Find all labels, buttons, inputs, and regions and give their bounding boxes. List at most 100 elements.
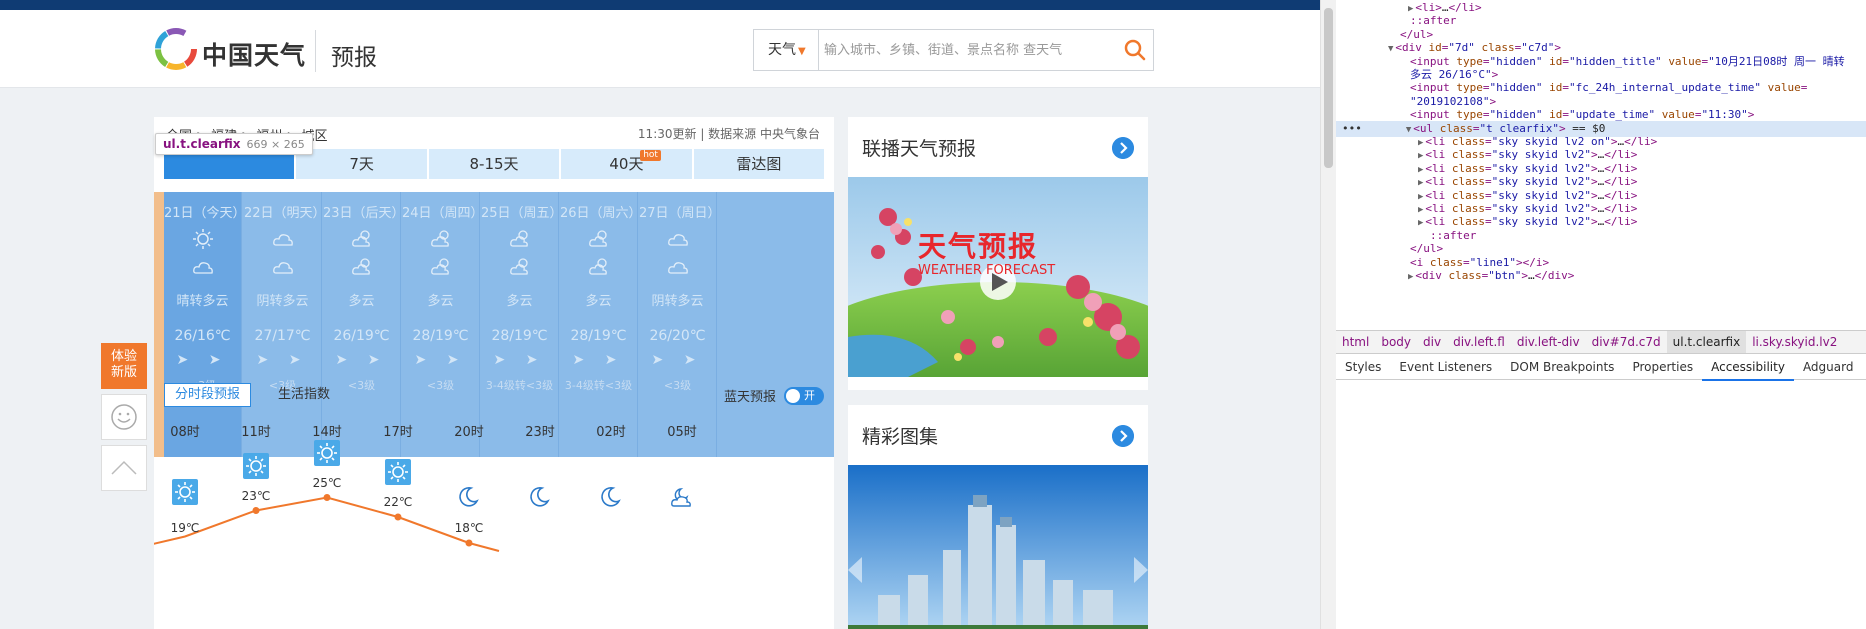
scrollbar-thumb[interactable]	[1324, 8, 1333, 168]
video-overlay-title: 天气预报	[918, 230, 1039, 263]
dom-token: =	[1800, 81, 1808, 95]
hour-temperature: 23℃	[241, 488, 271, 503]
tab-hourly-forecast[interactable]: 分时段预报	[164, 383, 252, 407]
devtools-tab[interactable]: Accessibility	[1702, 355, 1794, 381]
toggle-knob	[786, 388, 800, 403]
dom-token: class	[1451, 148, 1486, 162]
tab-radar[interactable]: 雷达图	[693, 149, 825, 179]
dom-breadcrumb-item[interactable]: ul.t.clearfix	[1666, 331, 1747, 353]
dom-token: =	[1485, 161, 1492, 175]
wind-direction-icon: ➤ ➤	[651, 352, 704, 368]
search-icon[interactable]	[1123, 38, 1147, 62]
dom-token: <input	[1410, 108, 1457, 122]
day-weather: 多云	[427, 294, 454, 309]
arrow-right-icon[interactable]	[1112, 137, 1134, 159]
dom-token: == $0	[1565, 121, 1606, 135]
day-temperature: 26/19℃	[333, 328, 390, 344]
wind-direction-icon: ➤ ➤	[256, 352, 309, 368]
dom-token: =	[1485, 215, 1492, 229]
dom-token: "10月21日08时 周一 晴转	[1708, 54, 1845, 68]
gallery-panel-title: 精彩图集	[862, 426, 939, 448]
dom-token: </li>	[1604, 202, 1638, 215]
partly-weather-icon	[588, 228, 610, 254]
dom-token: >	[1489, 94, 1497, 108]
page-scrollbar[interactable]	[1320, 0, 1336, 629]
toggle-label: 开	[804, 388, 815, 402]
expand-triangle-icon[interactable]: ▼	[1406, 125, 1411, 135]
devtools-tab[interactable]: Styles	[1336, 354, 1390, 380]
floating-buttons: 体验新版	[101, 343, 147, 491]
tab-label: 8-15天	[469, 155, 519, 173]
tab-life-index[interactable]: 生活指数	[272, 383, 336, 407]
search-type-select[interactable]: 天气 ▼	[754, 30, 819, 70]
dom-breadcrumb-item[interactable]: div.left-div	[1511, 331, 1586, 353]
site-header: 中国天气 预报 天气 ▼	[0, 10, 1320, 88]
dom-breadcrumb-item[interactable]: div	[1417, 331, 1447, 353]
dom-token: ::after	[1430, 228, 1477, 242]
dom-token: </li>	[1604, 188, 1638, 202]
dom-breadcrumb-item[interactable]: div.left.fl	[1447, 331, 1511, 353]
arrow-right-icon[interactable]	[1112, 425, 1134, 447]
wind-direction-icon: ➤ ➤	[414, 352, 467, 368]
dom-token: …	[1441, 1, 1449, 14]
devtools-tab[interactable]: DOM Breakpoints	[1501, 354, 1623, 380]
gallery-panel: 精彩图集	[848, 405, 1148, 629]
dom-node-line[interactable]: ▶ <div class="btn">…</div>	[1408, 268, 1574, 284]
dom-token: </li>	[1604, 148, 1638, 162]
dom-breadcrumb-item[interactable]: body	[1375, 331, 1417, 353]
day-date: 27日（周日）	[639, 206, 721, 221]
logo-text[interactable]: 中国天气	[202, 36, 306, 72]
dom-token: "sky skyid lv2"	[1491, 188, 1592, 202]
dom-token: >	[1591, 188, 1598, 202]
day-weather: 阴转多云	[651, 294, 704, 309]
logo-icon[interactable]	[155, 28, 197, 70]
tab-8-15day[interactable]: 8-15天	[428, 149, 560, 179]
cloud-weather-icon	[272, 256, 294, 282]
day-temperature: 26/16℃	[174, 328, 231, 344]
dom-token: >	[1591, 202, 1598, 215]
back-to-top-button[interactable]	[101, 445, 147, 491]
dom-breadcrumb-item[interactable]: li.sky.skyid.lv2	[1746, 331, 1843, 353]
dom-token: class	[1451, 135, 1486, 148]
dom-token: "hidden"	[1489, 81, 1543, 95]
dom-token: id	[1549, 54, 1563, 68]
video-thumbnail[interactable]: 天气预报 WEATHER FORECAST	[848, 177, 1148, 377]
day-date: 25日（周五）	[481, 206, 563, 221]
search-input[interactable]	[824, 30, 1114, 70]
dom-token: type	[1456, 54, 1483, 68]
dom-token: >	[1747, 108, 1755, 122]
tab-7day[interactable]: 7天	[296, 149, 427, 179]
new-version-button[interactable]: 体验新版	[101, 343, 147, 389]
smiley-icon	[111, 404, 137, 430]
partly-weather-icon	[351, 228, 373, 254]
gallery-image[interactable]	[848, 465, 1148, 629]
dom-breadcrumb-item[interactable]: div#7d.c7d	[1586, 331, 1667, 353]
dom-token: =	[1485, 175, 1492, 189]
expand-triangle-icon[interactable]: ▶	[1408, 272, 1413, 282]
day-weather: 多云	[348, 294, 375, 309]
dom-token: id	[1549, 108, 1563, 122]
cloud-weather-icon	[272, 228, 294, 254]
partly-weather-icon	[430, 228, 452, 254]
hour-temperature: 22℃	[383, 495, 413, 509]
devtools-tab[interactable]: Adguard	[1794, 354, 1863, 380]
dom-token: value	[1668, 54, 1702, 68]
ellipsis-icon[interactable]: •••	[1342, 122, 1362, 135]
expand-triangle-icon[interactable]: ▶	[1418, 218, 1423, 228]
expand-triangle-icon[interactable]: ▼	[1388, 44, 1393, 54]
dom-breadcrumb-item[interactable]: html	[1336, 331, 1375, 353]
dom-token: =	[1485, 188, 1492, 202]
devtools-tab[interactable]: Event Listeners	[1390, 354, 1501, 380]
feedback-button[interactable]	[101, 394, 147, 440]
dom-token: <div	[1395, 41, 1429, 55]
temperature-point	[465, 539, 473, 547]
temperature-point	[252, 507, 260, 514]
wind-direction-icon: ➤ ➤	[335, 352, 388, 368]
sun-weather-icon	[192, 228, 214, 254]
top-bar	[0, 0, 1320, 10]
video-overlay-subtitle: WEATHER FORECAST	[918, 263, 1056, 278]
devtools-tab[interactable]: Properties	[1623, 354, 1702, 380]
tab-40day[interactable]: 40天 hot	[561, 149, 692, 179]
bluesky-toggle[interactable]: 开	[784, 386, 824, 405]
day-date: 22日（明天）	[244, 206, 326, 221]
